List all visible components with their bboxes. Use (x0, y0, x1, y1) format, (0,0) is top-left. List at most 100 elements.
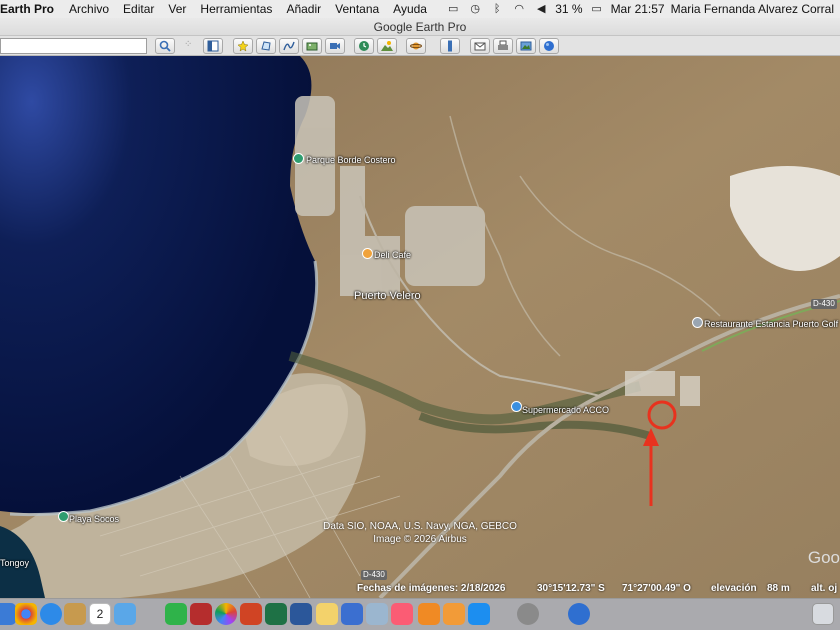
add-path-button[interactable] (279, 38, 299, 54)
eye-altitude: alt. oj (811, 583, 838, 594)
keynote-icon[interactable] (341, 603, 363, 625)
sunlight-icon (381, 41, 393, 51)
photos-icon[interactable] (215, 603, 237, 625)
search-input[interactable] (0, 38, 147, 54)
chrome-icon[interactable] (15, 603, 37, 625)
latitude: 30°15'12.73" S (537, 583, 605, 594)
restaurant-pin-icon[interactable] (692, 317, 703, 328)
map-status-bar: Fechas de imágenes: 2/18/2026 30°15'12.7… (0, 579, 840, 598)
preview-icon[interactable] (366, 603, 388, 625)
facetime-icon[interactable] (165, 603, 187, 625)
map-view[interactable]: Parque Borde Costero Deli Cafe Puerto Ve… (0, 56, 840, 598)
mac-menu-bar: Earth Pro Archivo Editar Ver Herramienta… (0, 0, 840, 18)
google-watermark: Goo (807, 548, 840, 567)
label-deli[interactable]: Deli Cafe (374, 250, 411, 260)
status-menu-extras: ▭ ◷ ᛒ ◠ ◀ 31 % ▭ Mar 21:57 Maria Fernand… (445, 0, 840, 18)
excel-icon[interactable] (265, 603, 287, 625)
path-icon (283, 41, 295, 51)
maps-icon (544, 41, 554, 51)
credit-line-1: Data SIO, NOAA, U.S. Navy, NGA, GEBCO (323, 521, 517, 532)
imagery-date: Fechas de imágenes: 2/18/2026 (357, 583, 506, 594)
historical-imagery-icon (359, 41, 369, 51)
app-menu[interactable]: Earth Pro (0, 2, 62, 16)
trash-icon[interactable] (812, 603, 834, 625)
vlc-icon[interactable] (418, 603, 440, 625)
airplay-icon[interactable]: ▭ (445, 3, 461, 15)
sidebar-icon (207, 40, 219, 52)
save-image-icon (520, 41, 532, 51)
add-polygon-button[interactable] (256, 38, 276, 54)
bluetooth-icon[interactable]: ᛒ (489, 3, 505, 15)
wifi-icon[interactable]: ◠ (511, 3, 527, 15)
user-name[interactable]: Maria Fernanda Alvarez Corral (671, 2, 834, 16)
longitude: 71°27'00.49" O (622, 583, 691, 594)
view-in-maps-button[interactable] (539, 38, 559, 54)
window-title: Google Earth Pro (373, 20, 467, 34)
clock[interactable]: Mar 21:57 (611, 2, 665, 16)
elevation-label: elevación (711, 583, 757, 594)
road-shield-d430: D-430 (811, 299, 837, 309)
cafe-pin-icon[interactable] (362, 248, 373, 259)
search-button[interactable] (155, 38, 175, 54)
sunlight-button[interactable] (377, 38, 397, 54)
elevation-value: 88 m (767, 583, 790, 594)
shop-pin-icon[interactable] (511, 401, 522, 412)
finder-icon[interactable] (0, 603, 16, 625)
dock: 2 (0, 598, 840, 630)
add-overlay-button[interactable] (302, 38, 322, 54)
menu-ayuda[interactable]: Ayuda (386, 2, 434, 16)
books-icon[interactable] (443, 603, 465, 625)
files-icon[interactable] (114, 603, 136, 625)
polygon-icon (261, 41, 271, 51)
battery-icon[interactable]: ▭ (589, 3, 605, 15)
label-puerto[interactable]: Puerto Velero (354, 290, 421, 302)
tour-icon (330, 43, 340, 49)
powerpoint-icon[interactable] (240, 603, 262, 625)
window-title-bar[interactable]: Google Earth Pro (0, 18, 840, 36)
time-machine-icon[interactable]: ◷ (467, 3, 483, 15)
menu-ventana[interactable]: Ventana (328, 2, 386, 16)
historical-imagery-button[interactable] (354, 38, 374, 54)
overlay-icon (306, 42, 318, 51)
battery-percent[interactable]: 31 % (555, 2, 582, 16)
menu-archivo[interactable]: Archivo (62, 2, 116, 16)
label-restaurante[interactable]: Restaurante Estancia Puerto Golf (704, 319, 838, 329)
ruler-icon (448, 40, 452, 52)
notes-app-icon[interactable] (316, 603, 338, 625)
toolbar: ⁘ (0, 36, 840, 56)
safari-icon[interactable] (40, 603, 62, 625)
system-prefs-icon[interactable] (517, 603, 539, 625)
google-earth-icon[interactable] (568, 603, 590, 625)
photo-booth-icon[interactable] (190, 603, 212, 625)
notes-icon[interactable] (64, 603, 86, 625)
menu-anadir[interactable]: Añadir (279, 2, 328, 16)
word-icon[interactable] (290, 603, 312, 625)
save-image-button[interactable] (516, 38, 536, 54)
volume-icon[interactable]: ◀ (533, 3, 549, 15)
calendar-icon[interactable]: 2 (89, 603, 111, 625)
placemark-icon (237, 40, 249, 52)
print-icon (498, 40, 508, 50)
label-super[interactable]: Supermercado ACCO (522, 405, 609, 415)
planets-icon (410, 42, 422, 50)
email-button[interactable] (470, 38, 490, 54)
ruler-button[interactable] (440, 38, 460, 54)
menu-ver[interactable]: Ver (161, 2, 193, 16)
email-icon (474, 42, 486, 51)
record-tour-button[interactable] (325, 38, 345, 54)
music-icon[interactable] (391, 603, 413, 625)
search-icon (159, 40, 171, 52)
divider-icon: ⁘ (184, 39, 193, 50)
sidebar-toggle-button[interactable] (203, 38, 223, 54)
planets-button[interactable] (406, 38, 426, 54)
label-parque[interactable]: Parque Borde Costero (306, 155, 396, 165)
print-button[interactable] (493, 38, 513, 54)
label-tongoy[interactable]: Tongoy (0, 558, 29, 568)
menu-editar[interactable]: Editar (116, 2, 161, 16)
menu-herramientas[interactable]: Herramientas (193, 2, 279, 16)
credit-line-2: Image © 2026 Airbus (373, 534, 467, 545)
add-placemark-button[interactable] (233, 38, 253, 54)
park-pin-icon[interactable] (293, 153, 304, 164)
screen: Earth Pro Archivo Editar Ver Herramienta… (0, 0, 840, 630)
app-store-icon[interactable] (468, 603, 490, 625)
